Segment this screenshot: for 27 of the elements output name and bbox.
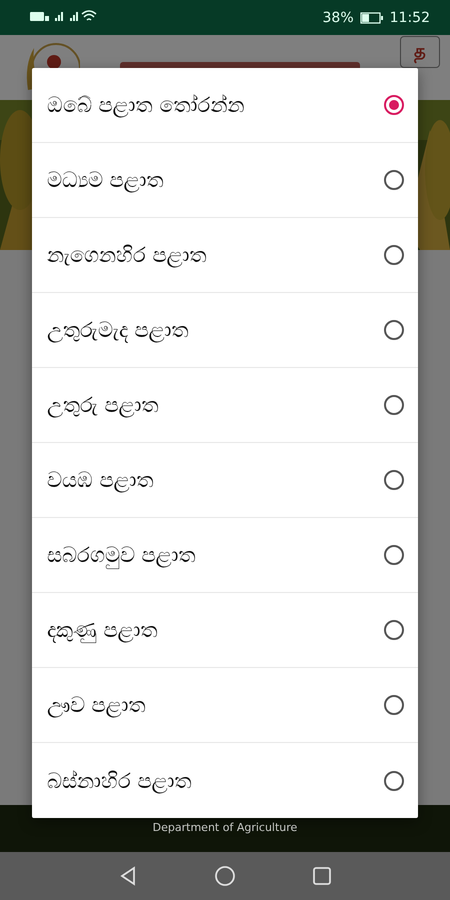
battery-percentage: 38% [322,10,354,26]
province-option[interactable]: සබරගමුව පළාත [32,518,418,593]
radio-button[interactable] [384,545,404,565]
radio-button[interactable] [384,320,404,340]
province-option[interactable]: බස්නාහිර පළාත [32,743,418,818]
radio-button[interactable] [384,770,404,790]
radio-button[interactable] [384,695,404,715]
province-option[interactable]: ඌව පළාත [32,668,418,743]
radio-button[interactable] [384,170,404,190]
province-option[interactable]: දකුණු පළාත [32,593,418,668]
province-option[interactable]: නැගෙනහිර පළාත [32,218,418,293]
province-option[interactable]: වයඹ පළාත [32,443,418,518]
home-icon[interactable] [214,865,236,887]
radio-button[interactable] [384,245,404,265]
radio-button[interactable] [384,470,404,490]
radio-button[interactable] [384,620,404,640]
footer-title: Department of Agriculture [152,821,298,834]
radio-button[interactable] [384,95,404,115]
province-option[interactable]: මධ්‍යම පළාත [32,143,418,218]
province-option[interactable]: උතුරුමැද පළාත [32,293,418,368]
radio-button[interactable] [384,395,404,415]
recents-icon[interactable] [312,866,332,886]
clock: 11:52 [390,10,430,26]
province-option[interactable]: ඔබේ පළාත තෝරන්න [32,68,418,143]
province-option[interactable]: උතුරු පළාත [32,368,418,443]
battery-icon [360,12,384,24]
back-icon[interactable] [118,866,138,886]
